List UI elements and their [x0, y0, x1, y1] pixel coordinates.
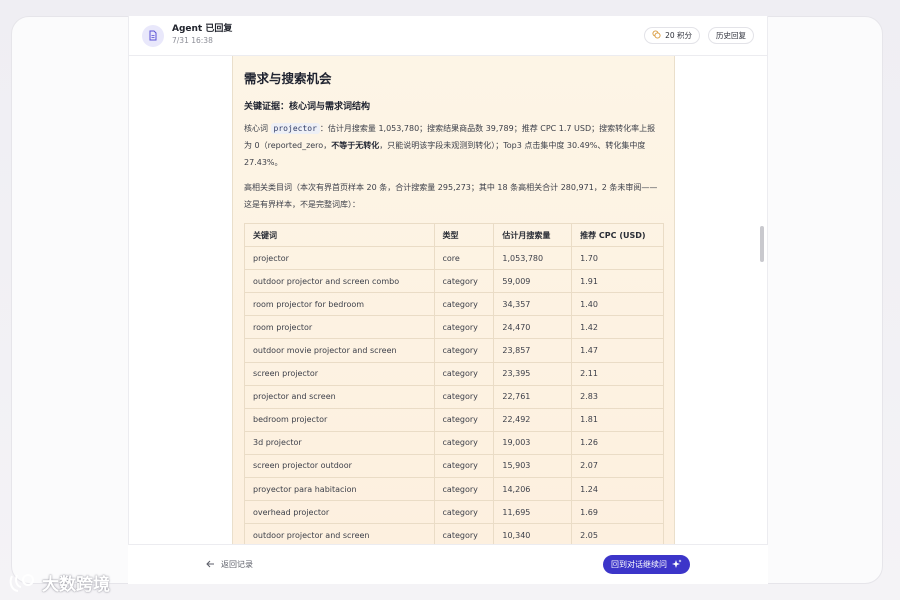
cell-cpc: 1.26 [571, 430, 664, 455]
para-prefix: 核心词 [244, 124, 268, 133]
cell-type: category [433, 315, 495, 340]
keyword-table: 关键词 类型 估计月搜索量 推荐 CPC (USD) projector core… [244, 222, 664, 544]
cell-cpc: 2.83 [571, 384, 664, 409]
cell-keyword: overhead projector [244, 500, 435, 525]
cell-type: category [433, 430, 495, 455]
reply-content-scroll[interactable]: 需求与搜索机会 关键证据：核心词与需求词结构 核心词 projector ：估计月… [232, 56, 675, 544]
cell-type: core [433, 246, 495, 271]
continue-chat-button[interactable]: 回到对话继续问 [603, 555, 690, 574]
table-row: bedroom projector category 22,492 1.81 [244, 407, 664, 432]
cell-type: category [433, 292, 495, 317]
cell-cpc: 2.07 [571, 453, 664, 479]
header-timestamp: 7/31 16:38 [172, 36, 213, 46]
table-row: projector core 1,053,780 1.70 [244, 246, 664, 271]
cell-keyword: projector and screen [244, 384, 435, 409]
cell-type: category [433, 269, 495, 294]
watermark-text: 大数跨境 [42, 575, 110, 595]
cell-keyword: outdoor movie projector and screen [244, 338, 435, 363]
cell-type: category [433, 500, 495, 525]
cell-cpc: 1.42 [571, 315, 664, 340]
cell-cpc: 2.11 [571, 361, 664, 386]
scrollbar-thumb[interactable] [760, 226, 764, 262]
core-keyword-code: projector [270, 123, 320, 134]
cell-keyword: room projector for bedroom [244, 292, 435, 317]
table-row: projector and screen category 22,761 2.83 [244, 384, 664, 409]
cell-search-volume: 14,206 [493, 477, 573, 502]
history-label: 历史回复 [716, 31, 746, 40]
cell-keyword: projector [244, 246, 435, 271]
cell-cpc: 2.05 [571, 523, 664, 544]
header-keyword: 关键词 [244, 222, 435, 248]
continue-label: 回到对话继续问 [611, 560, 667, 569]
cell-search-volume: 10,340 [493, 523, 573, 544]
cell-search-volume: 19,003 [493, 430, 573, 455]
cell-keyword: outdoor projector and screen combo [244, 269, 435, 294]
cell-cpc: 1.91 [571, 269, 664, 294]
cell-type: category [433, 384, 495, 409]
cell-keyword: outdoor projector and screen [244, 523, 435, 544]
para-bold: 不等于无转化 [331, 141, 380, 150]
points-badge[interactable]: 20 积分 [644, 27, 700, 44]
reply-header: Agent 已回复 7/31 16:38 20 积分 历史回复 [128, 16, 768, 56]
cell-type: category [433, 453, 495, 479]
cell-keyword: bedroom projector [244, 407, 435, 432]
header-search-volume: 估计月搜索量 [493, 222, 573, 248]
header-title: Agent 已回复 [172, 24, 233, 35]
section-title: 需求与搜索机会 [244, 71, 332, 86]
table-row: room projector category 24,470 1.42 [244, 315, 664, 340]
points-label: 20 积分 [665, 31, 692, 40]
cell-keyword: room projector [244, 315, 435, 340]
cell-cpc: 1.40 [571, 292, 664, 317]
reply-footer: 返回记录 回到对话继续问 [128, 544, 768, 584]
cell-type: category [433, 361, 495, 386]
coin-icon [652, 30, 661, 41]
sub-title: 关键证据：核心词与需求词结构 [244, 102, 371, 112]
watermark-mark-icon [9, 573, 34, 592]
cell-type: category [433, 523, 495, 544]
cell-search-volume: 22,761 [493, 384, 573, 409]
table-header-row: 关键词 类型 估计月搜索量 推荐 CPC (USD) [244, 222, 664, 248]
table-row: 3d projector category 19,003 1.26 [244, 430, 664, 455]
header-cpc: 推荐 CPC (USD) [571, 222, 664, 248]
cell-search-volume: 24,470 [493, 315, 573, 340]
cell-cpc: 1.81 [571, 407, 664, 432]
document-icon [142, 24, 164, 47]
cell-cpc: 1.70 [571, 246, 664, 271]
cell-search-volume: 1,053,780 [493, 246, 573, 271]
arrow-left-icon [206, 560, 215, 570]
core-keyword-paragraph: 核心词 projector ：估计月搜索量 1,053,780；搜索结果商品数 3… [244, 120, 663, 171]
cell-type: category [433, 338, 495, 363]
cell-cpc: 1.69 [571, 500, 664, 525]
cell-type: category [433, 477, 495, 502]
cell-search-volume: 22,492 [493, 407, 573, 432]
watermark-logo: 大数跨境 [8, 570, 110, 595]
table-row: outdoor projector and screen combo catego… [244, 269, 664, 294]
table-row: outdoor projector and screen category 10,3… [244, 523, 664, 544]
header-type: 类型 [433, 222, 495, 248]
table-row: outdoor movie projector and screen catego… [244, 338, 664, 363]
sparkle-icon [672, 559, 682, 571]
category-keywords-paragraph: 高相关类目词（本次有界首页样本 20 条，合计搜索量 295,273；其中 18… [244, 183, 658, 209]
cell-type: category [433, 407, 495, 432]
cell-search-volume: 15,903 [493, 453, 573, 479]
cell-search-volume: 34,357 [493, 292, 573, 317]
table-row: overhead projector category 11,695 1.69 [244, 500, 664, 525]
cell-keyword: proyector para habitacion [244, 477, 435, 502]
back-to-records-button[interactable]: 返回记录 [206, 559, 253, 570]
cell-search-volume: 59,009 [493, 269, 573, 294]
cell-keyword: 3d projector [244, 430, 435, 455]
table-row: room projector for bedroom category 34,357… [244, 292, 664, 317]
cell-cpc: 1.47 [571, 338, 664, 363]
cell-cpc: 1.24 [571, 477, 664, 502]
cell-search-volume: 23,395 [493, 361, 573, 386]
table-row: proyector para habitacion category 14,206 1… [244, 477, 664, 502]
back-label: 返回记录 [221, 560, 253, 569]
cell-keyword: screen projector [244, 361, 435, 386]
table-row: screen projector category 23,395 2.11 [244, 361, 664, 386]
cell-keyword: screen projector outdoor [244, 453, 435, 479]
table-row: screen projector outdoor category 15,903 2.… [244, 453, 664, 479]
history-button[interactable]: 历史回复 [708, 27, 754, 44]
cell-search-volume: 11,695 [493, 500, 573, 525]
cell-search-volume: 23,857 [493, 338, 573, 363]
